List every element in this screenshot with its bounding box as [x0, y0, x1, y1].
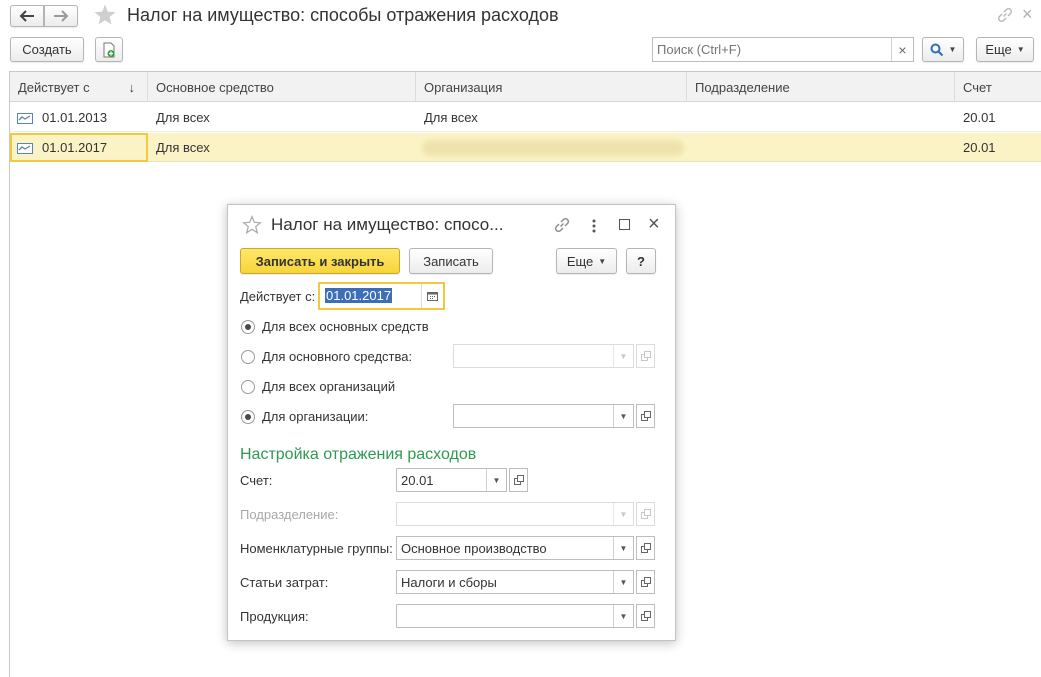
create-button[interactable]: Создать	[10, 37, 84, 62]
link-icon[interactable]	[553, 216, 571, 234]
dialog-title: Налог на имущество: спосо...	[271, 215, 504, 234]
favorite-star-icon[interactable]	[242, 215, 262, 235]
cost-items-open-button[interactable]	[636, 570, 655, 594]
cell-asset: Для всех	[156, 110, 210, 125]
column-header-valid-from[interactable]: Действует с ↓	[10, 72, 148, 102]
section-title: Настройка отражения расходов	[240, 446, 477, 463]
radio-specific-organization[interactable]	[241, 410, 255, 424]
arrow-right-icon	[54, 10, 69, 22]
radio-all-organizations[interactable]	[241, 380, 255, 394]
column-header-account[interactable]: Счет	[955, 72, 1041, 102]
cost-items-label: Статьи затрат:	[240, 575, 329, 590]
save-button[interactable]: Записать	[409, 248, 493, 274]
help-button[interactable]: ?	[626, 248, 656, 274]
save-and-close-button[interactable]: Записать и закрыть	[240, 248, 400, 274]
add-document-icon	[103, 42, 115, 57]
page-title: Налог на имущество: способы отражения ра…	[127, 5, 559, 25]
dialog-more-label: Еще	[566, 253, 594, 269]
products-open-button[interactable]	[636, 604, 655, 628]
chevron-down-icon[interactable]: ▼	[613, 405, 633, 427]
redacted-organization-blur	[422, 140, 684, 156]
cell-division	[687, 103, 695, 132]
radio-specific-asset[interactable]	[241, 350, 255, 364]
nomenclature-value: Основное производство	[401, 540, 547, 556]
dialog-more-button[interactable]: Еще ▼	[556, 248, 617, 274]
cost-items-value: Налоги и сборы	[401, 574, 497, 590]
chevron-down-icon: ▼	[613, 345, 633, 367]
products-label: Продукция:	[240, 609, 309, 624]
radio-all-organizations-label[interactable]: Для всех организаций	[262, 379, 395, 394]
record-icon	[17, 112, 33, 124]
forward-button[interactable]	[44, 5, 78, 27]
radio-all-assets-label[interactable]: Для всех основных средств	[262, 319, 429, 334]
cell-asset: Для всех	[156, 140, 210, 155]
chevron-down-icon: ▼	[1016, 45, 1025, 54]
open-form-icon	[640, 611, 651, 621]
close-icon[interactable]: ×	[1022, 4, 1033, 25]
account-select[interactable]: 20.01 ▼	[396, 468, 507, 492]
add-document-button[interactable]	[95, 37, 123, 62]
open-form-icon	[640, 543, 651, 553]
close-icon[interactable]: ×	[648, 213, 660, 236]
radio-specific-asset-label[interactable]: Для основного средства:	[262, 349, 412, 364]
nomenclature-select[interactable]: Основное производство ▼	[396, 536, 634, 560]
cell-valid-from: 01.01.2013	[42, 110, 108, 125]
calendar-icon[interactable]	[421, 284, 443, 308]
favorite-star-icon[interactable]	[93, 3, 117, 27]
search-field[interactable]: ×	[652, 37, 914, 62]
back-button[interactable]	[10, 5, 44, 27]
chevron-down-icon[interactable]: ▼	[613, 605, 633, 627]
open-form-icon	[640, 351, 651, 361]
valid-from-date-field[interactable]: 01.01.2017	[318, 282, 445, 310]
more-actions-icon[interactable]	[590, 218, 598, 234]
division-select: ▼	[396, 502, 634, 526]
search-clear-button[interactable]: ×	[891, 38, 913, 61]
asset-open-button	[636, 344, 655, 368]
sort-arrow-icon: ↓	[128, 79, 136, 95]
organization-open-button[interactable]	[636, 404, 655, 428]
search-input[interactable]	[653, 38, 891, 61]
division-open-button	[636, 502, 655, 526]
radio-specific-organization-label[interactable]: Для организации:	[262, 409, 368, 424]
account-value: 20.01	[401, 472, 434, 488]
nomenclature-label: Номенклатурные группы:	[240, 541, 393, 556]
chevron-down-icon[interactable]: ▼	[613, 537, 633, 559]
chevron-down-icon[interactable]: ▼	[613, 571, 633, 593]
open-form-icon	[640, 509, 651, 519]
radio-all-assets[interactable]	[241, 320, 255, 334]
more-label: Еще	[985, 42, 1012, 57]
cell-account: 20.01	[963, 110, 996, 125]
column-header-asset[interactable]: Основное средство	[148, 72, 416, 102]
valid-from-label: Действует с:	[240, 289, 316, 304]
chevron-down-icon[interactable]: ▼	[486, 469, 506, 491]
maximize-icon[interactable]	[619, 219, 630, 230]
account-open-button[interactable]	[509, 468, 528, 492]
division-label: Подразделение:	[240, 507, 339, 522]
link-icon[interactable]	[996, 6, 1014, 24]
nomenclature-open-button[interactable]	[636, 536, 655, 560]
arrow-left-icon	[19, 10, 34, 22]
asset-select: ▼	[453, 344, 634, 368]
cell-organization: Для всех	[424, 110, 478, 125]
record-icon	[17, 142, 33, 154]
account-label: Счет:	[240, 473, 273, 488]
chevron-down-icon: ▼	[948, 45, 957, 54]
open-form-icon	[640, 411, 651, 421]
open-form-icon	[513, 475, 524, 485]
cell-account: 20.01	[963, 140, 996, 155]
cell-valid-from: 01.01.2017	[42, 140, 108, 155]
search-icon	[930, 43, 943, 56]
cell-division	[687, 133, 695, 162]
column-header-division[interactable]: Подразделение	[687, 72, 955, 102]
open-form-icon	[640, 577, 651, 587]
chevron-down-icon: ▼	[598, 256, 607, 266]
organization-select[interactable]: ▼	[453, 404, 634, 428]
column-header-organization[interactable]: Организация	[416, 72, 687, 102]
cost-items-select[interactable]: Налоги и сборы ▼	[396, 570, 634, 594]
valid-from-date-value[interactable]: 01.01.2017	[325, 288, 393, 303]
more-button[interactable]: Еще ▼	[976, 37, 1034, 62]
chevron-down-icon: ▼	[613, 503, 633, 525]
search-button[interactable]: ▼	[922, 37, 964, 62]
products-select[interactable]: ▼	[396, 604, 634, 628]
